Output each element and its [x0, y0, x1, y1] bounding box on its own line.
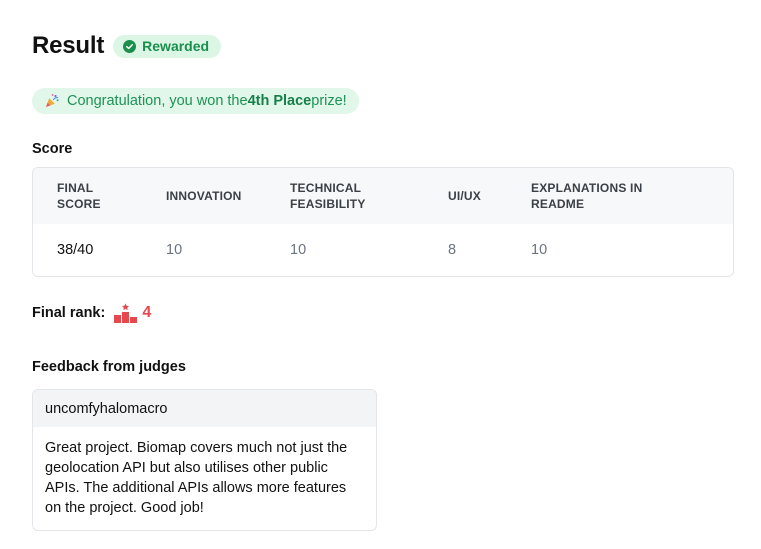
- judge-name: uncomfyhalomacro: [33, 390, 376, 427]
- explanations-value: 10: [531, 242, 548, 258]
- score-table: FINAL SCORE INNOVATION TECHNICAL FEASIBI…: [32, 167, 734, 277]
- table-row: 38/40 10 10 8 10: [33, 224, 733, 276]
- result-header: Result Rewarded: [32, 30, 222, 62]
- final-score-value: 38/40: [57, 242, 94, 258]
- congrats-suffix: prize!: [311, 93, 347, 109]
- score-section-title: Score: [32, 141, 73, 157]
- feedback-text: Great project. Biomap covers much not ju…: [45, 440, 348, 516]
- congratulation-banner: Congratulation, you won the 4th Place pr…: [32, 88, 359, 114]
- innovation-value: 10: [166, 242, 183, 258]
- ui-ux-value: 8: [448, 242, 457, 258]
- podium-icon: [114, 303, 138, 323]
- party-popper-icon: [46, 94, 59, 107]
- feedback-card: uncomfyhalomacro Great project. Biomap c…: [32, 389, 377, 531]
- column-header-technical-feasibility: TECHNICAL FEASIBILITY: [290, 181, 366, 211]
- page-title: Result: [32, 32, 105, 59]
- final-rank-value: 4: [142, 304, 152, 321]
- column-header-final-score: FINAL SCORE: [57, 181, 101, 211]
- feedback-section-title: Feedback from judges: [32, 359, 186, 375]
- score-table-header: FINAL SCORE INNOVATION TECHNICAL FEASIBI…: [33, 168, 733, 224]
- prize-place: 4th Place: [247, 93, 312, 109]
- column-header-ui-ux: UI/UX: [448, 189, 482, 203]
- check-circle-icon: [123, 39, 137, 53]
- column-header-innovation: INNOVATION: [166, 189, 242, 203]
- congrats-prefix: Congratulation, you won the: [67, 93, 248, 109]
- status-badge-label: Rewarded: [142, 38, 210, 54]
- technical-feasibility-value: 10: [290, 242, 307, 258]
- final-rank: Final rank: 4: [32, 303, 151, 323]
- column-header-explanations-in-readme: EXPLANATIONS IN README: [531, 181, 643, 211]
- status-badge: Rewarded: [113, 34, 222, 58]
- final-rank-label: Final rank:: [32, 305, 106, 321]
